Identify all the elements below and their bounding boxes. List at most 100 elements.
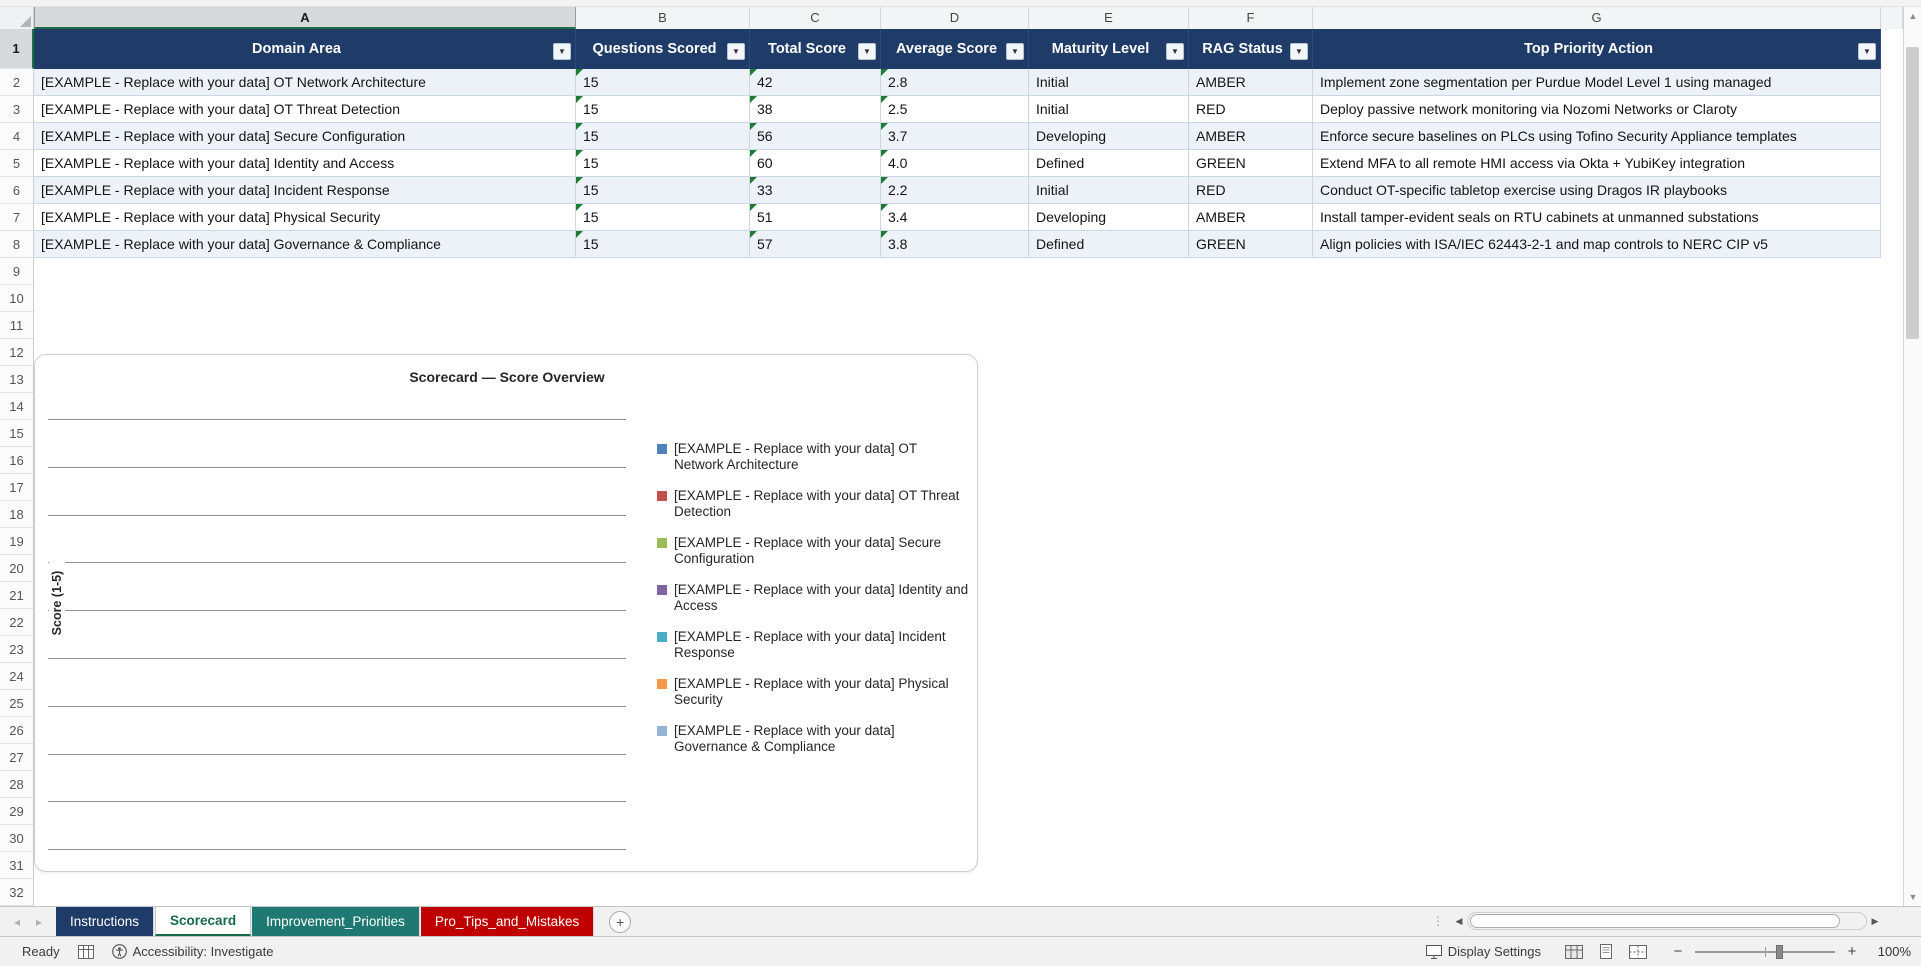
- table-cell-action[interactable]: Install tamper-evident seals on RTU cabi…: [1313, 204, 1881, 231]
- table-cell-rag[interactable]: RED: [1189, 177, 1313, 204]
- table-cell-domain[interactable]: [EXAMPLE - Replace with your data] Incid…: [34, 177, 576, 204]
- scroll-up-icon[interactable]: ▲: [1904, 7, 1921, 25]
- filter-dropdown-button[interactable]: ▼: [1166, 43, 1184, 60]
- table-header-cell[interactable]: Top Priority Action ▼: [1313, 29, 1881, 69]
- tab-nav-arrows[interactable]: ◂ ▸: [0, 907, 56, 936]
- normal-view-button[interactable]: [1563, 943, 1585, 961]
- table-cell-total[interactable]: 33: [750, 177, 881, 204]
- table-cell-action[interactable]: Implement zone segmentation per Purdue M…: [1313, 69, 1881, 96]
- sheet-tab-scorecard[interactable]: Scorecard: [155, 907, 252, 936]
- table-header-cell[interactable]: Average Score ▼: [881, 29, 1029, 69]
- row-header-14[interactable]: 14: [0, 393, 34, 420]
- row-header-28[interactable]: 28: [0, 771, 34, 798]
- row-header-32[interactable]: 32: [0, 879, 34, 906]
- table-cell-total[interactable]: 56: [750, 123, 881, 150]
- row-header-22[interactable]: 22: [0, 609, 34, 636]
- table-cell-action[interactable]: Conduct OT-specific tabletop exercise us…: [1313, 177, 1881, 204]
- table-cell-action[interactable]: Enforce secure baselines on PLCs using T…: [1313, 123, 1881, 150]
- row-header-25[interactable]: 25: [0, 690, 34, 717]
- table-cell-total[interactable]: 38: [750, 96, 881, 123]
- row-header-26[interactable]: 26: [0, 717, 34, 744]
- table-header-cell[interactable]: Total Score ▼: [750, 29, 881, 69]
- table-cell-rag[interactable]: RED: [1189, 96, 1313, 123]
- table-cell-domain[interactable]: [EXAMPLE - Replace with your data] Physi…: [34, 204, 576, 231]
- row-header-24[interactable]: 24: [0, 663, 34, 690]
- table-cell-domain[interactable]: [EXAMPLE - Replace with your data] Gover…: [34, 231, 576, 258]
- zoom-percentage[interactable]: 100%: [1869, 944, 1911, 959]
- table-header-cell[interactable]: RAG Status ▼: [1189, 29, 1313, 69]
- table-cell-average[interactable]: 2.8: [881, 69, 1029, 96]
- row-header-9[interactable]: 9: [0, 258, 34, 285]
- table-cell-domain[interactable]: [EXAMPLE - Replace with your data] OT Ne…: [34, 69, 576, 96]
- legend-item[interactable]: [EXAMPLE - Replace with your data] Ident…: [657, 582, 969, 618]
- tab-nav-left-icon[interactable]: ◂: [14, 915, 20, 929]
- scroll-down-icon[interactable]: ▼: [1904, 888, 1921, 906]
- table-cell-rag[interactable]: GREEN: [1189, 231, 1313, 258]
- column-header-B[interactable]: B: [576, 7, 750, 29]
- scroll-right-icon[interactable]: ▶: [1867, 912, 1883, 930]
- table-cell-action[interactable]: Extend MFA to all remote HMI access via …: [1313, 150, 1881, 177]
- sheet-tab-pro_tips_and_mistakes[interactable]: Pro_Tips_and_Mistakes: [420, 907, 595, 936]
- legend-item[interactable]: [EXAMPLE - Replace with your data] Incid…: [657, 629, 969, 665]
- page-layout-view-button[interactable]: [1595, 943, 1617, 961]
- table-cell-questions[interactable]: 15: [576, 177, 750, 204]
- table-cell-average[interactable]: 3.8: [881, 231, 1029, 258]
- table-cell-maturity[interactable]: Developing: [1029, 204, 1189, 231]
- legend-item[interactable]: [EXAMPLE - Replace with your data] OT Ne…: [657, 441, 969, 477]
- vertical-scrollbar[interactable]: ▲ ▼: [1903, 7, 1921, 906]
- table-cell-rag[interactable]: GREEN: [1189, 150, 1313, 177]
- row-header-15[interactable]: 15: [0, 420, 34, 447]
- filter-dropdown-button[interactable]: ▼: [1858, 43, 1876, 60]
- sheet-tab-instructions[interactable]: Instructions: [56, 907, 155, 936]
- row-header-2[interactable]: 2: [0, 69, 34, 96]
- table-cell-rag[interactable]: AMBER: [1189, 204, 1313, 231]
- row-header-31[interactable]: 31: [0, 852, 34, 879]
- table-cell-average[interactable]: 2.5: [881, 96, 1029, 123]
- display-settings-button[interactable]: Display Settings: [1425, 944, 1541, 959]
- legend-item[interactable]: [EXAMPLE - Replace with your data] OT Th…: [657, 488, 969, 524]
- row-header-19[interactable]: 19: [0, 528, 34, 555]
- row-header-10[interactable]: 10: [0, 285, 34, 312]
- table-cell-questions[interactable]: 15: [576, 123, 750, 150]
- table-cell-maturity[interactable]: Initial: [1029, 96, 1189, 123]
- zoom-slider[interactable]: [1695, 944, 1835, 959]
- filter-dropdown-button[interactable]: ▼: [553, 43, 571, 60]
- column-header-F[interactable]: F: [1189, 7, 1313, 29]
- row-header-6[interactable]: 6: [0, 177, 34, 204]
- table-cell-average[interactable]: 3.7: [881, 123, 1029, 150]
- horizontal-scroll-track[interactable]: [1467, 912, 1867, 930]
- legend-item[interactable]: [EXAMPLE - Replace with your data] Physi…: [657, 676, 969, 712]
- macro-record-button[interactable]: [77, 944, 94, 959]
- row-header-11[interactable]: 11: [0, 312, 34, 339]
- row-header-5[interactable]: 5: [0, 150, 34, 177]
- table-cell-action[interactable]: Deploy passive network monitoring via No…: [1313, 96, 1881, 123]
- column-header-E[interactable]: E: [1029, 7, 1189, 29]
- table-cell-maturity[interactable]: Defined: [1029, 231, 1189, 258]
- accessibility-checker-button[interactable]: Accessibility: Investigate: [111, 944, 273, 959]
- table-cell-maturity[interactable]: Defined: [1029, 150, 1189, 177]
- row-header-7[interactable]: 7: [0, 204, 34, 231]
- filter-dropdown-button[interactable]: ▼: [858, 43, 876, 60]
- select-all-button[interactable]: [0, 7, 34, 29]
- column-header-D[interactable]: D: [881, 7, 1029, 29]
- table-cell-questions[interactable]: 15: [576, 231, 750, 258]
- table-cell-total[interactable]: 42: [750, 69, 881, 96]
- filter-dropdown-button[interactable]: ▼: [1006, 43, 1024, 60]
- table-cell-total[interactable]: 60: [750, 150, 881, 177]
- row-header-1[interactable]: 1: [0, 29, 34, 69]
- sheet-tab-improvement_priorities[interactable]: Improvement_Priorities: [252, 907, 420, 936]
- table-header-cell[interactable]: Domain Area ▼: [34, 29, 576, 69]
- table-cell-maturity[interactable]: Initial: [1029, 177, 1189, 204]
- table-cell-rag[interactable]: AMBER: [1189, 69, 1313, 96]
- row-header-3[interactable]: 3: [0, 96, 34, 123]
- table-cell-domain[interactable]: [EXAMPLE - Replace with your data] Ident…: [34, 150, 576, 177]
- row-header-30[interactable]: 30: [0, 825, 34, 852]
- table-cell-rag[interactable]: AMBER: [1189, 123, 1313, 150]
- column-header-A[interactable]: A: [34, 7, 576, 29]
- row-header-8[interactable]: 8: [0, 231, 34, 258]
- zoom-out-button[interactable]: −: [1671, 943, 1685, 960]
- horizontal-scrollbar[interactable]: ⋮ ◀ ▶: [1432, 906, 1903, 936]
- column-header-G[interactable]: G: [1313, 7, 1881, 29]
- table-header-cell[interactable]: Maturity Level ▼: [1029, 29, 1189, 69]
- filter-dropdown-button[interactable]: ▼: [727, 43, 745, 60]
